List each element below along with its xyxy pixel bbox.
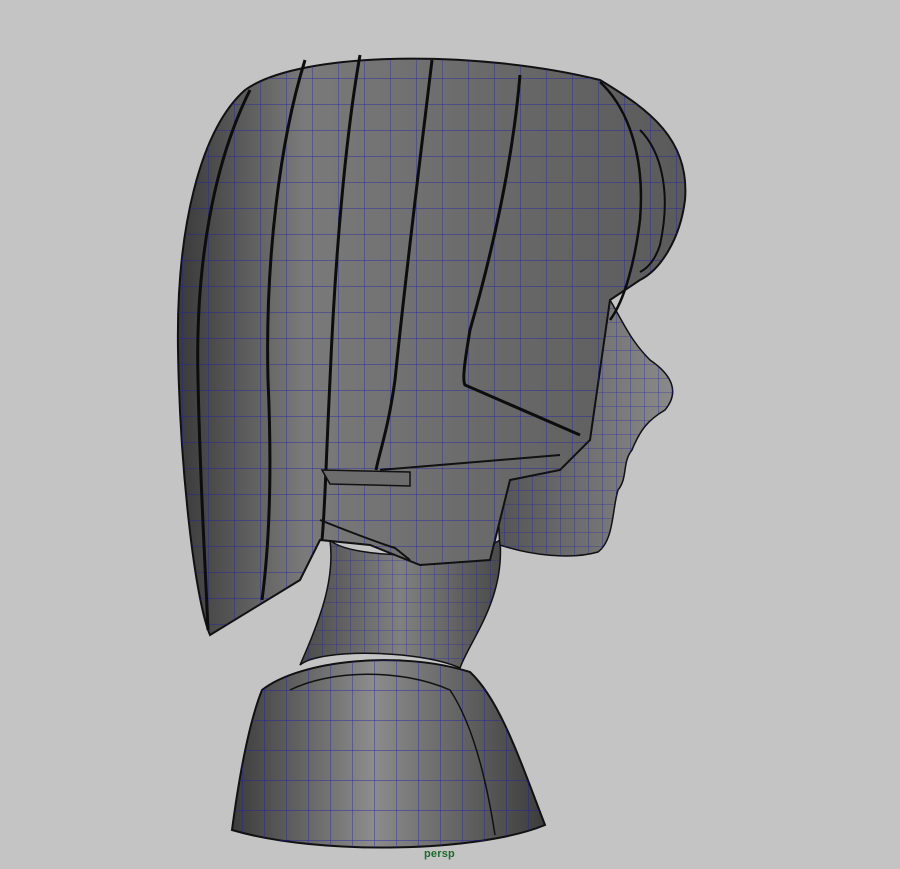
persp-viewport[interactable]: persp [0, 0, 900, 869]
torso-mesh [230, 659, 547, 849]
head-model-render[interactable] [0, 0, 900, 869]
camera-name-label: persp [424, 848, 455, 860]
